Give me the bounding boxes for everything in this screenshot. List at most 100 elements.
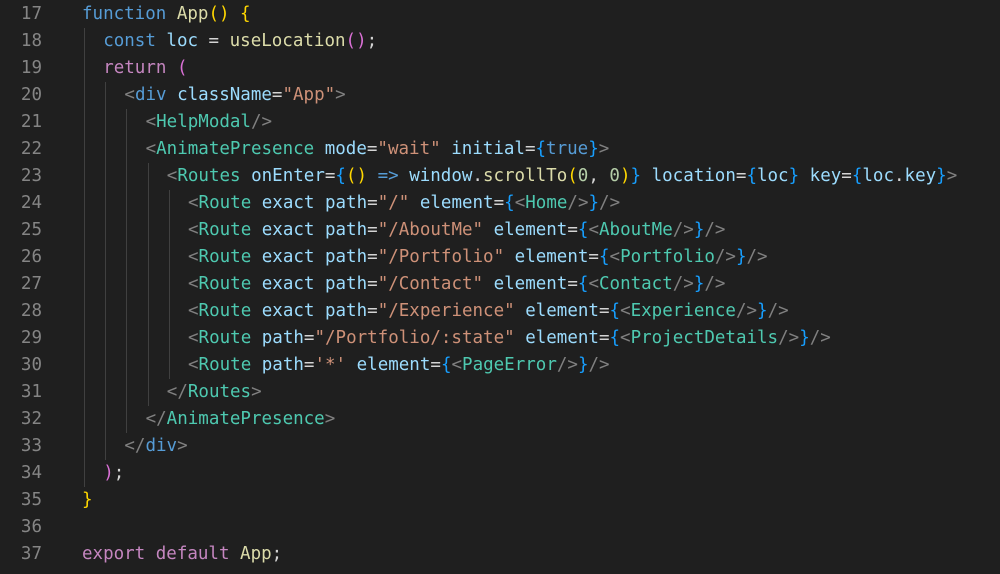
code-token: ProjectDetails: [630, 328, 779, 348]
code-text: </Routes>: [167, 379, 262, 406]
indent-guide: [84, 271, 85, 298]
code-token: {: [440, 355, 452, 375]
indent-guide: [168, 271, 170, 298]
code-line[interactable]: 26 <Route exact path="/Portfolio" element…: [0, 244, 1000, 271]
indent-guide: [126, 163, 128, 190]
code-text: return (: [103, 55, 187, 82]
code-line[interactable]: 20 <div className="App">: [0, 82, 1000, 109]
code-token: =: [367, 247, 378, 267]
code-line[interactable]: 34);: [0, 460, 1000, 487]
code-token: <: [451, 355, 463, 375]
code-text: const loc = useLocation();: [103, 28, 377, 55]
indent-guide: [84, 406, 85, 433]
code-line[interactable]: 30 <Route path='*' element={<PageError/>}…: [0, 352, 1000, 379]
code-line[interactable]: 22 <AnimatePresence mode="wait" initial={…: [0, 136, 1000, 163]
code-token: loc: [166, 31, 199, 51]
indent-guide: [105, 217, 107, 244]
code-token: path: [324, 301, 368, 321]
code-text: <div className="App">: [124, 82, 345, 109]
code-line[interactable]: 31 </Routes>: [0, 379, 1000, 406]
code-token: =: [493, 193, 505, 213]
code-line[interactable]: 24 <Route exact path="/" element={<Home/>…: [0, 190, 1000, 217]
code-token: =: [303, 355, 315, 375]
code-token: </: [166, 382, 188, 402]
code-text: <Route path='*' element={<PageError/>}/>: [188, 352, 610, 379]
code-token: ;: [113, 463, 125, 483]
code-token: </: [124, 436, 146, 456]
code-token: true: [546, 139, 589, 159]
code-token: exact: [261, 220, 325, 240]
code-token: const: [103, 31, 167, 51]
code-token: >: [598, 139, 610, 159]
code-token: <: [188, 247, 199, 267]
indent-guide: [126, 379, 128, 406]
indent-guide: [105, 136, 107, 163]
code-text: );: [103, 460, 124, 487]
code-token: {: [609, 328, 621, 348]
line-number: 34: [20, 463, 42, 483]
code-line[interactable]: 28 <Route exact path="/Experience" elemen…: [0, 298, 1000, 325]
code-line[interactable]: 18 const loc = useLocation();: [0, 28, 1000, 55]
code-token: "/Portfolio": [377, 247, 515, 267]
code-token: />: [599, 193, 621, 213]
indent-guide: [147, 325, 149, 352]
code-line[interactable]: 17 function App() {: [0, 1, 1000, 28]
code-line[interactable]: 27 <Route exact path="/Contact" element={…: [0, 271, 1000, 298]
code-token: =: [367, 274, 378, 294]
code-token: Route: [198, 301, 262, 321]
indent-guide: [84, 460, 85, 487]
line-number: 20: [20, 85, 42, 105]
code-token: =: [271, 85, 283, 105]
code-token: {: [504, 193, 515, 213]
code-token: {: [598, 247, 610, 267]
code-line[interactable]: 29 <Route path="/Portfolio/:state" elemen…: [0, 325, 1000, 352]
indent-guide: [84, 109, 85, 136]
code-token: App: [240, 544, 272, 564]
code-editor[interactable]: 17 function App() {18 const loc = useLocat…: [0, 0, 1000, 574]
code-token: HelpModal: [156, 112, 251, 132]
code-token: <: [166, 166, 178, 186]
code-line[interactable]: 32 </AnimatePresence>: [0, 406, 1000, 433]
code-line[interactable]: 25 <Route exact path="/AboutMe" element={…: [0, 217, 1000, 244]
code-line[interactable]: 21 <HelpModal/>: [0, 109, 1000, 136]
indent-guide: [126, 406, 128, 433]
code-token: exact: [261, 274, 325, 294]
code-text: <Route exact path="/AboutMe" element={<A…: [188, 217, 725, 244]
indent-guide: [126, 136, 128, 163]
code-line[interactable]: 23 <Routes onEnter={() => window.scrollTo…: [0, 163, 1000, 190]
indent-guide: [147, 271, 149, 298]
indent-guide: [168, 244, 170, 271]
code-token: =: [367, 220, 378, 240]
line-number: 23: [20, 166, 42, 186]
code-token: .: [472, 166, 483, 186]
indent-guide: [147, 190, 149, 217]
code-token: <: [609, 247, 621, 267]
indent-guide: [147, 379, 149, 406]
line-number: 22: [20, 139, 42, 159]
code-token: ;: [366, 31, 378, 51]
code-line[interactable]: 33 </div>: [0, 433, 1000, 460]
indent-guide: [105, 433, 107, 460]
indent-guide: [84, 28, 85, 55]
code-line[interactable]: 35}: [0, 487, 1000, 514]
line-number: 30: [20, 355, 42, 375]
code-token: =: [198, 31, 230, 51]
code-line[interactable]: 37 export default App;: [0, 541, 1000, 568]
code-token: />: [250, 112, 273, 132]
code-token: <: [124, 85, 135, 105]
code-token: }: [588, 139, 599, 159]
code-token: div: [134, 85, 178, 105]
code-line[interactable]: 36: [0, 514, 1000, 541]
line-number: 28: [20, 301, 42, 321]
code-token: ,: [588, 166, 610, 186]
code-token: {: [609, 301, 621, 321]
code-line[interactable]: 19 return (: [0, 55, 1000, 82]
code-token: =: [598, 301, 610, 321]
code-token: =: [598, 328, 610, 348]
code-text: export default App;: [82, 541, 282, 568]
code-token: Routes: [187, 382, 252, 402]
code-token: }: [693, 220, 705, 240]
line-number: 32: [20, 409, 42, 429]
code-token: >: [177, 436, 188, 456]
code-token: }: [788, 166, 810, 186]
